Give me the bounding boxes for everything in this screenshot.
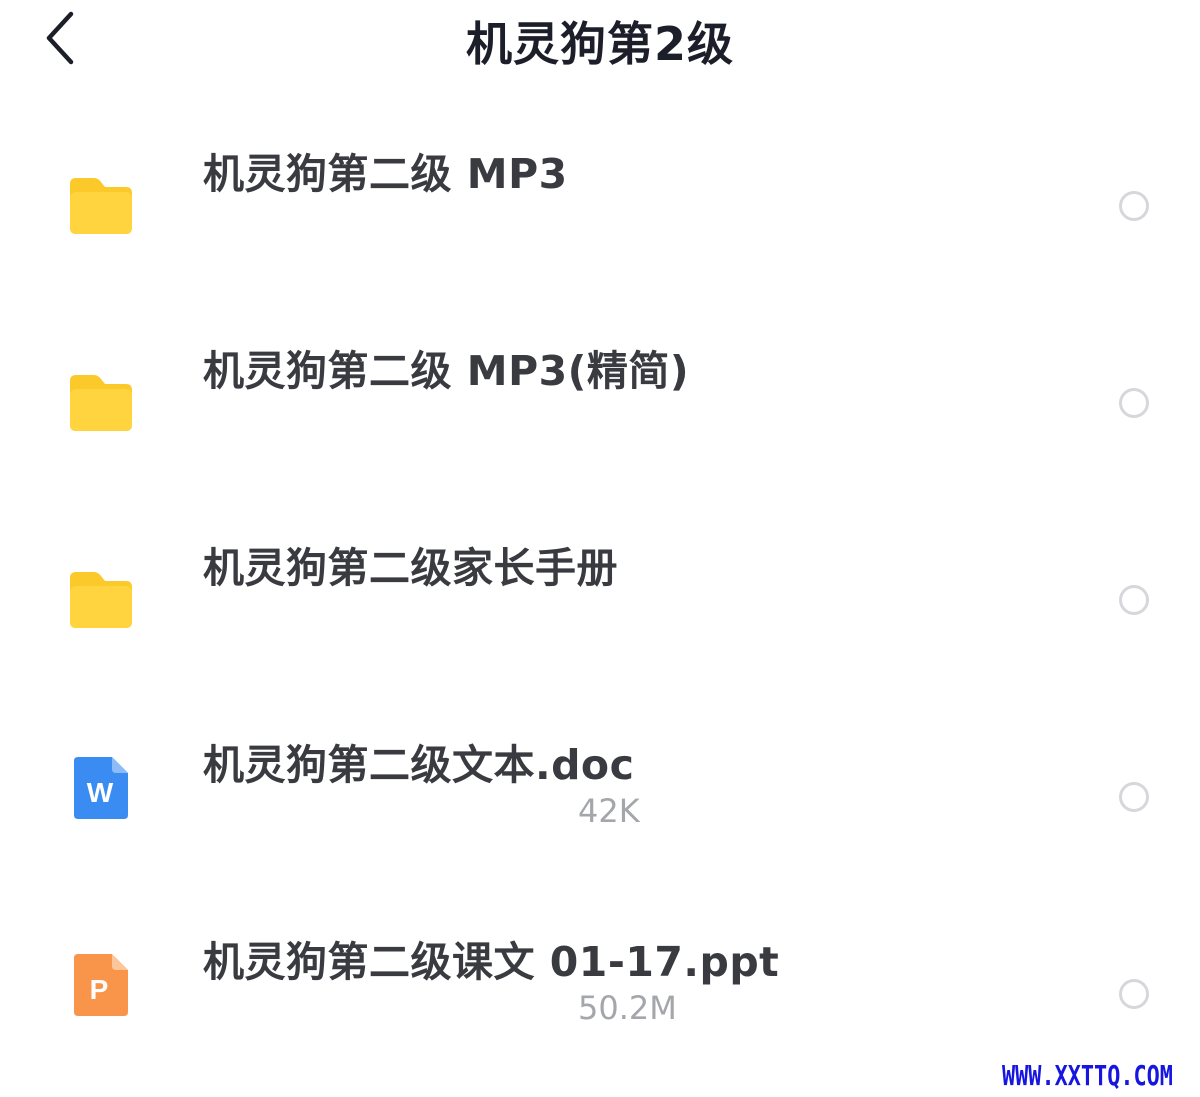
file-browser-screen: 机灵狗第2级 机灵狗第二级 MP3 机灵狗第二级 MP3(精简) 机灵狗第二级家…	[0, 0, 1200, 1097]
file-row[interactable]: 机灵狗第二级 MP3(精简)	[0, 305, 1200, 502]
word-doc-letter: W	[87, 777, 114, 808]
powerpoint-letter: P	[90, 974, 109, 1005]
powerpoint-icon: P	[74, 954, 128, 1016]
file-name: 机灵狗第二级 MP3	[203, 150, 568, 198]
word-doc-icon: W	[74, 757, 128, 819]
select-radio[interactable]	[1119, 782, 1149, 812]
chevron-left-icon	[46, 11, 74, 65]
file-row[interactable]: W 机灵狗第二级文本.doc 42K	[0, 699, 1200, 896]
select-radio[interactable]	[1119, 388, 1149, 418]
back-button[interactable]	[30, 6, 90, 70]
file-size: 42K	[578, 792, 640, 830]
select-radio[interactable]	[1119, 191, 1149, 221]
file-name: 机灵狗第二级文本.doc	[203, 741, 635, 789]
file-row[interactable]: 机灵狗第二级 MP3	[0, 108, 1200, 305]
file-row[interactable]: 机灵狗第二级家长手册	[0, 502, 1200, 699]
file-name: 机灵狗第二级家长手册	[203, 544, 618, 592]
select-radio[interactable]	[1119, 979, 1149, 1009]
header-bar: 机灵狗第2级	[0, 0, 1200, 95]
folder-icon	[70, 178, 132, 234]
file-size: 50.2M	[578, 989, 677, 1027]
watermark-text: WWW.XXTTQ.COM	[1002, 1059, 1173, 1092]
file-name: 机灵狗第二级 MP3(精简)	[203, 347, 690, 395]
select-radio[interactable]	[1119, 585, 1149, 615]
file-name: 机灵狗第二级课文 01-17.ppt	[203, 938, 780, 986]
folder-icon	[70, 572, 132, 628]
file-list: 机灵狗第二级 MP3 机灵狗第二级 MP3(精简) 机灵狗第二级家长手册 W 机…	[0, 108, 1200, 1093]
page-title: 机灵狗第2级	[465, 17, 734, 71]
folder-icon	[70, 375, 132, 431]
